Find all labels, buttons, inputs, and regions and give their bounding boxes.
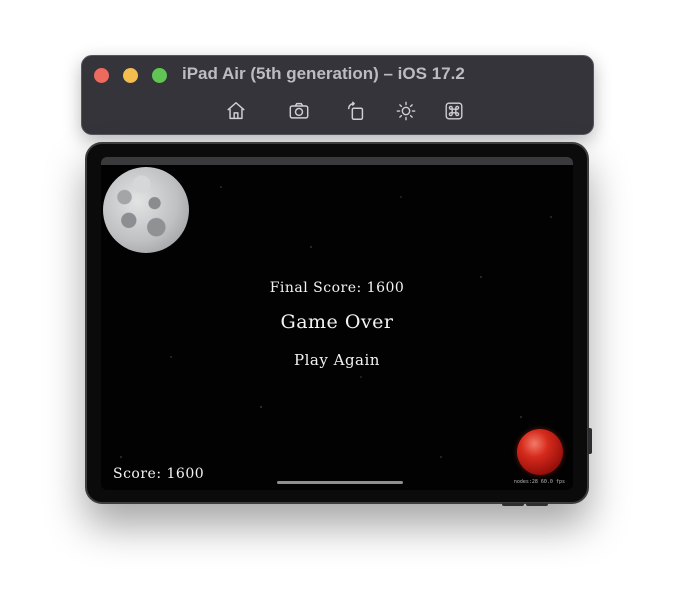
rotate-icon — [347, 101, 364, 120]
command-icon — [445, 102, 463, 120]
game-over-title: Game Over — [280, 311, 394, 333]
home-icon — [227, 102, 245, 120]
appearance-button[interactable] — [393, 98, 419, 124]
final-score-label: Final Score: 1600 — [269, 280, 405, 296]
debug-stats: nodes:28 60.0 fps — [513, 479, 565, 485]
brightness-icon — [396, 101, 416, 121]
mars-sprite — [517, 429, 563, 475]
screenshot-button[interactable] — [286, 98, 312, 124]
window-title: iPad Air (5th generation) – iOS 17.2 — [182, 64, 465, 83]
simulator-desktop: iPad Air (5th generation) – iOS 17.2 Fin… — [0, 0, 675, 616]
home-indicator[interactable] — [277, 481, 403, 484]
minimize-window-button[interactable] — [123, 68, 138, 83]
home-button[interactable] — [223, 98, 249, 124]
device-volume-button — [502, 503, 524, 506]
status-bar — [101, 157, 573, 165]
simulator-toolbar: iPad Air (5th generation) – iOS 17.2 — [81, 55, 594, 135]
camera-icon — [289, 102, 309, 119]
shortcuts-button[interactable] — [441, 98, 467, 124]
score-label: Score: 1600 — [113, 466, 205, 482]
ipad-device-frame: Final Score: 1600 Game Over Play Again S… — [85, 142, 589, 504]
zoom-window-button[interactable] — [152, 68, 167, 83]
play-again-button[interactable]: Play Again — [101, 351, 573, 369]
device-volume-button — [526, 503, 548, 506]
close-window-button[interactable] — [94, 68, 109, 83]
rotate-button[interactable] — [343, 98, 369, 124]
game-screen[interactable]: Final Score: 1600 Game Over Play Again S… — [101, 157, 573, 490]
device-side-button — [588, 428, 592, 454]
moon-sprite — [103, 167, 189, 253]
